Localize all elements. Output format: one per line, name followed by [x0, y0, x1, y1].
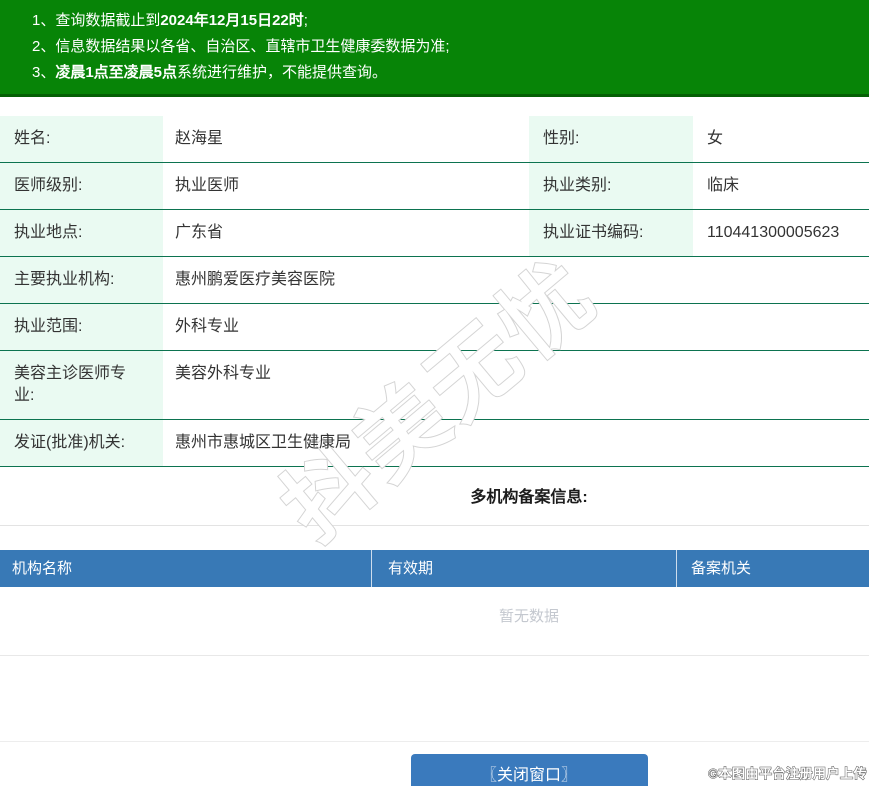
field-label: 执业类别: — [529, 163, 693, 209]
detail-row: 医师级别: 执业医师 执业类别: 临床 — [0, 163, 869, 210]
empty-data-text: 暂无数据 — [498, 608, 559, 625]
detail-row: 执业地点: 广东省 执业证书编码: 110441300005623 — [0, 210, 869, 257]
field-label: 姓名: — [0, 116, 163, 162]
field-value: 美容外科专业 — [175, 365, 272, 382]
detail-row: 发证(批准)机关: 惠州市惠城区卫生健康局 — [0, 420, 869, 467]
page: 1、查询数据截止到2024年12月15日22时; 2、信息数据结果以各省、自治区、… — [0, 0, 869, 786]
org-header-cell: 机构名称 — [0, 550, 372, 587]
field-value: 执业医师 — [175, 177, 240, 194]
field-value: 110441300005623 — [707, 224, 840, 241]
org-header-cell: 有效期 — [372, 550, 677, 587]
field-label: 执业证书编码: — [529, 210, 693, 256]
field-value: 赵海星 — [175, 130, 224, 147]
multi-org-heading: 多机构备案信息: — [470, 489, 588, 506]
field-value: 惠州鹏爱医疗美容医院 — [175, 271, 336, 288]
copyright-note: ©本图由平台注册用户上传 — [708, 766, 867, 782]
field-label: 性别: — [529, 116, 693, 162]
field-label: 执业地点: — [0, 210, 163, 256]
org-header-cell: 备案机关 — [691, 560, 752, 577]
field-value: 广东省 — [175, 224, 224, 241]
notice-line: 2、信息数据结果以各省、自治区、直辖市卫生健康委数据为准; — [32, 38, 450, 55]
practitioner-table: 姓名: 赵海星 性别: 女医师级别: 执业医师 执业类别: 临床执业地点: 广东省 执业证书编码… — [0, 116, 869, 467]
detail-row: 主要执业机构: 惠州鹏爱医疗美容医院 — [0, 257, 869, 304]
org-table-header: 机构名称 有效期 备案机关 — [0, 550, 869, 587]
field-value: 外科专业 — [175, 318, 240, 335]
notice-bar: 1、查询数据截止到2024年12月15日22时; 2、信息数据结果以各省、自治区、… — [0, 0, 869, 97]
close-window-button[interactable]: 〖关闭窗口〗 — [410, 754, 648, 786]
detail-row: 姓名: 赵海星 性别: 女 — [0, 116, 869, 163]
field-label: 医师级别: — [0, 163, 163, 209]
field-value: 临床 — [707, 177, 740, 194]
detail-row: 美容主诊医师专业: 美容外科专业 — [0, 351, 869, 420]
field-value: 惠州市惠城区卫生健康局 — [175, 434, 352, 451]
notice-line: 3、凌晨1点至凌晨5点系统进行维护，不能提供查询。 — [32, 64, 388, 81]
notice-line: 1、查询数据截止到2024年12月15日22时; — [32, 12, 308, 29]
field-value: 女 — [707, 130, 724, 147]
field-label: 发证(批准)机关: — [0, 420, 163, 466]
field-label: 美容主诊医师专业: — [0, 351, 163, 419]
field-label: 执业范围: — [0, 304, 163, 350]
detail-row: 执业范围: 外科专业 — [0, 304, 869, 351]
field-label: 主要执业机构: — [0, 257, 163, 303]
query-result-window: 1、查询数据截止到2024年12月15日22时; 2、信息数据结果以各省、自治区、… — [0, 0, 869, 786]
empty-data-row: 暂无数据 — [0, 587, 869, 656]
multi-org-heading-row: 多机构备案信息: — [0, 467, 869, 526]
